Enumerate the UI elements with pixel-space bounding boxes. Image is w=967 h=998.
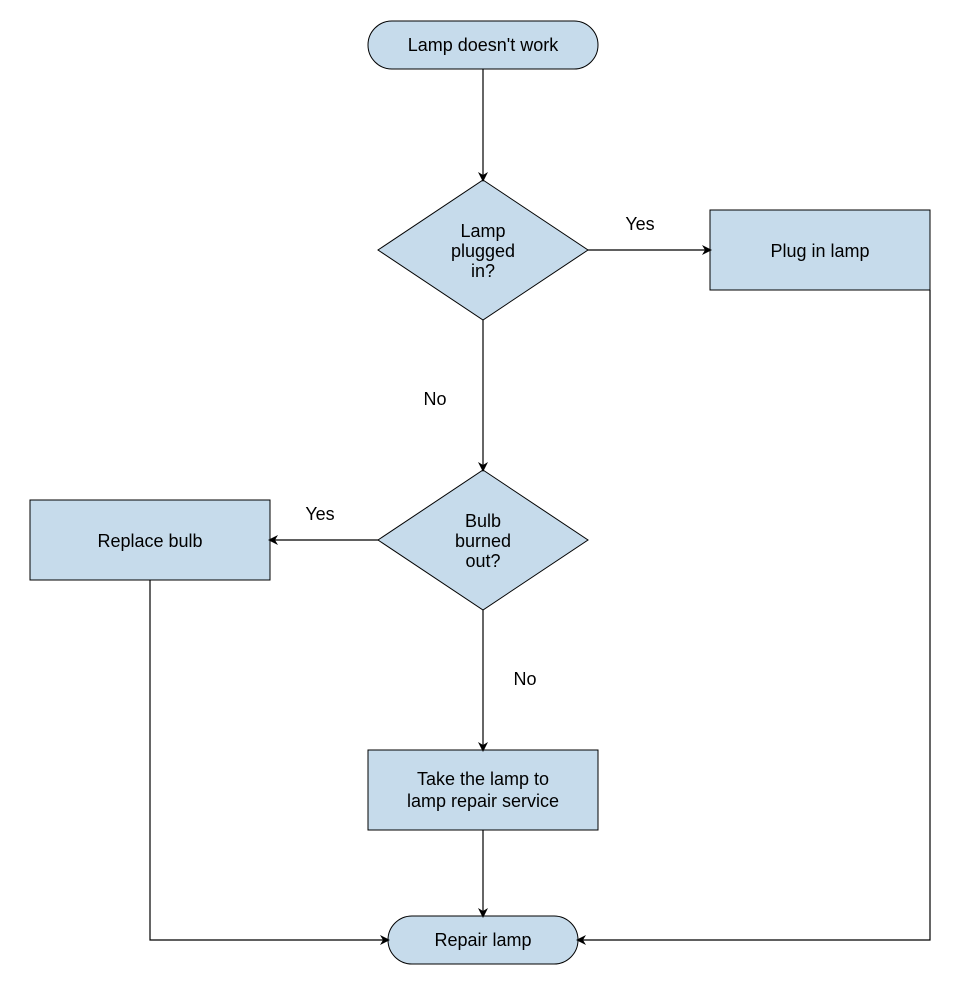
- edge-label-plugged-yes: Yes: [625, 214, 654, 234]
- edge-label-burned-no: No: [513, 669, 536, 689]
- node-plugged-line1: Lamp: [460, 221, 505, 241]
- node-replace: Replace bulb: [30, 500, 270, 580]
- node-service: Take the lamp to lamp repair service: [368, 750, 598, 830]
- node-plugged: Lamp plugged in?: [378, 180, 588, 320]
- node-plugin-label: Plug in lamp: [770, 241, 869, 261]
- node-plugged-line2: plugged: [451, 241, 515, 261]
- node-start-label: Lamp doesn't work: [408, 35, 560, 55]
- node-service-line2: lamp repair service: [407, 791, 559, 811]
- edge-label-burned-yes: Yes: [305, 504, 334, 524]
- node-plugged-line3: in?: [471, 261, 495, 281]
- edge-replace-end: [150, 580, 388, 940]
- node-end: Repair lamp: [388, 916, 578, 964]
- node-burned-line2: burned: [455, 531, 511, 551]
- node-replace-label: Replace bulb: [97, 531, 202, 551]
- node-end-label: Repair lamp: [434, 930, 531, 950]
- edge-label-plugged-no: No: [423, 389, 446, 409]
- node-burned-line1: Bulb: [465, 511, 501, 531]
- node-service-line1: Take the lamp to: [417, 769, 549, 789]
- node-burned: Bulb burned out?: [378, 470, 588, 610]
- node-plugin: Plug in lamp: [710, 210, 930, 290]
- node-start: Lamp doesn't work: [368, 21, 598, 69]
- node-burned-line3: out?: [465, 551, 500, 571]
- flowchart: Lamp doesn't work Lamp plugged in? Plug …: [0, 0, 967, 998]
- edge-plugin-end: [578, 290, 930, 940]
